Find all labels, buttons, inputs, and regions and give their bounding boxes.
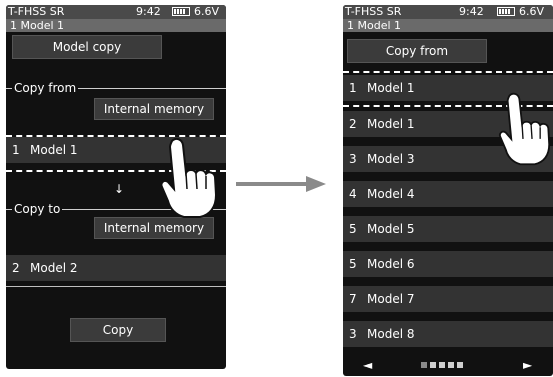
pointing-hand-icon bbox=[499, 92, 551, 166]
voltage: 6.6V bbox=[194, 5, 220, 18]
copy-to-label: Copy to bbox=[12, 202, 63, 216]
next-page-icon[interactable]: ► bbox=[523, 358, 532, 372]
row-model-name: Model 4 bbox=[367, 187, 415, 201]
model-row[interactable]: 3 Model 8 bbox=[343, 321, 553, 347]
copy-button[interactable]: Copy bbox=[70, 318, 166, 342]
row-model-name: Model 6 bbox=[367, 257, 415, 271]
model-copy-button[interactable]: Model copy bbox=[12, 35, 162, 59]
transition-arrow-icon bbox=[236, 176, 326, 192]
row-model-name: Model 8 bbox=[367, 327, 415, 341]
model-row[interactable]: 5 Model 6 bbox=[343, 251, 553, 277]
voltage: 6.6V bbox=[519, 5, 545, 18]
system-label: T-FHSS SR bbox=[345, 5, 402, 18]
row-number: 5 bbox=[349, 222, 357, 236]
row-model-name: Model 1 bbox=[367, 81, 415, 95]
row-number: 2 bbox=[349, 117, 357, 131]
model-bar: 1 Model 1 bbox=[343, 19, 553, 32]
model-row[interactable]: 5 Model 5 bbox=[343, 216, 553, 242]
copy-from-button[interactable]: Copy from bbox=[347, 39, 487, 63]
clock: 9:42 bbox=[459, 5, 484, 18]
pointing-hand-icon bbox=[160, 137, 218, 218]
row-number: 1 bbox=[12, 143, 20, 157]
model-bar: 1 Model 1 bbox=[6, 19, 226, 32]
row-model-name: Model 7 bbox=[367, 292, 415, 306]
row-model-name: Model 3 bbox=[367, 152, 415, 166]
copy-from-section: Copy from bbox=[6, 81, 226, 95]
row-number: 3 bbox=[349, 327, 357, 341]
battery-icon bbox=[497, 7, 515, 16]
row-number: 1 bbox=[349, 81, 357, 95]
row-model-name: Model 1 bbox=[30, 143, 78, 157]
clock: 9:42 bbox=[136, 5, 161, 18]
internal-memory-source-button[interactable]: Internal memory bbox=[94, 98, 214, 120]
left-screen: T-FHSS SR 9:42 6.6V 1 Model 1 Model copy… bbox=[6, 5, 226, 369]
right-screen: T-FHSS SR 9:42 6.6V 1 Model 1 Copy from … bbox=[343, 5, 553, 376]
row-model-name: Model 2 bbox=[30, 261, 78, 275]
row-number: 3 bbox=[349, 152, 357, 166]
battery-icon bbox=[172, 7, 190, 16]
status-bar: T-FHSS SR 9:42 6.6V bbox=[6, 5, 226, 19]
page-indicator bbox=[421, 362, 463, 368]
row-number: 2 bbox=[12, 261, 20, 275]
internal-memory-dest-button[interactable]: Internal memory bbox=[94, 217, 214, 239]
row-number: 7 bbox=[349, 292, 357, 306]
row-number: 5 bbox=[349, 257, 357, 271]
model-row[interactable]: 4 Model 4 bbox=[343, 181, 553, 207]
row-model-name: Model 1 bbox=[367, 117, 415, 131]
dest-model-row[interactable]: 2 Model 2 bbox=[6, 255, 226, 281]
copy-from-label: Copy from bbox=[12, 81, 79, 95]
divider bbox=[6, 286, 226, 287]
status-bar: T-FHSS SR 9:42 6.6V bbox=[343, 5, 553, 19]
row-model-name: Model 5 bbox=[367, 222, 415, 236]
system-label: T-FHSS SR bbox=[8, 5, 65, 18]
down-arrow-icon: ↓ bbox=[114, 182, 125, 196]
model-row[interactable]: 7 Model 7 bbox=[343, 286, 553, 312]
row-number: 4 bbox=[349, 187, 357, 201]
prev-page-icon[interactable]: ◄ bbox=[363, 358, 372, 372]
